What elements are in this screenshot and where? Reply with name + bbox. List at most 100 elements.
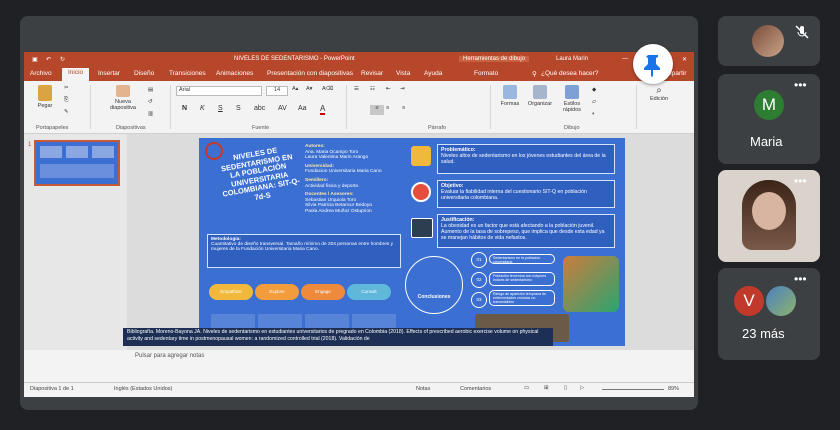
save-icon[interactable]: ▣ bbox=[32, 56, 38, 63]
italic-button[interactable]: K bbox=[200, 105, 205, 112]
undo-icon[interactable]: ↶ bbox=[46, 56, 51, 63]
avatar: V bbox=[734, 286, 764, 316]
cut-icon[interactable]: ✂ bbox=[64, 85, 69, 91]
pin-button[interactable] bbox=[633, 44, 673, 84]
strikethrough-icon[interactable]: abc bbox=[254, 105, 265, 112]
bold-button[interactable]: N bbox=[182, 105, 187, 112]
shrink-font-icon[interactable]: A▾ bbox=[306, 86, 312, 92]
search-icon[interactable]: ⚲ bbox=[532, 70, 537, 78]
shape-outline-icon[interactable]: ▱ bbox=[592, 99, 596, 105]
editing-button[interactable]: ⌕ Edición bbox=[644, 85, 674, 102]
slide-thumbnail[interactable] bbox=[34, 140, 120, 186]
menu-vista[interactable]: Vista bbox=[396, 70, 410, 77]
quick-styles-button[interactable]: Estilos rápidos bbox=[558, 85, 586, 113]
paste-label: Pegar bbox=[37, 103, 53, 109]
slide-canvas[interactable]: NIVELES DE SEDENTARISMO EN LA POBLACIÓN … bbox=[199, 138, 625, 346]
outdent-icon[interactable]: ⇥ bbox=[400, 86, 405, 92]
menu-inicio[interactable]: Inicio bbox=[62, 68, 90, 81]
shared-screen: ▣ ↶ ↻ NIVELES DE SEDENTARISMO - PowerPoi… bbox=[20, 16, 698, 410]
shadow-button[interactable]: S bbox=[236, 105, 241, 112]
conclusion-number: 02 bbox=[471, 272, 487, 288]
spacing-icon[interactable]: AV bbox=[278, 105, 287, 112]
menu-revisar[interactable]: Revisar bbox=[361, 70, 383, 77]
menu-formato[interactable]: Formato bbox=[474, 70, 498, 77]
divider bbox=[490, 85, 491, 129]
comments-button[interactable]: Comentarios bbox=[460, 386, 491, 392]
divider bbox=[90, 85, 91, 129]
menu-diseno[interactable]: Diseño bbox=[134, 70, 154, 77]
methodology-box: Metodología: Cuantitativo de diseño tran… bbox=[207, 234, 401, 268]
more-options-icon[interactable]: ••• bbox=[794, 272, 807, 286]
shapes-button[interactable]: Formas bbox=[498, 85, 522, 107]
authors-text: Ana. Maria Ocampo Toro Laura Valentina M… bbox=[305, 149, 369, 161]
participant-tile-maria[interactable]: M Maria ••• bbox=[718, 74, 820, 164]
arrange-label: Organizar bbox=[527, 101, 553, 107]
quick-styles-label: Estilos rápidos bbox=[562, 101, 582, 113]
divider bbox=[346, 85, 347, 129]
indent-icon[interactable]: ⇤ bbox=[386, 86, 391, 92]
reset-icon[interactable]: ↺ bbox=[148, 99, 153, 105]
menu-animaciones[interactable]: Animaciones bbox=[216, 70, 253, 77]
menu-presentacion[interactable]: Presentación con diapositivas bbox=[267, 70, 353, 77]
participant-tile-camera[interactable]: ••• bbox=[718, 170, 820, 262]
align-center-icon[interactable]: ≡ bbox=[370, 105, 384, 115]
section-icon[interactable]: ▥ bbox=[148, 111, 153, 117]
paste-button[interactable]: Pegar bbox=[32, 85, 58, 109]
slide-editor: NIVELES DE SEDENTARISMO EN LA POBLACIÓN … bbox=[127, 134, 694, 350]
shape-fill-icon[interactable]: ◆ bbox=[592, 87, 596, 93]
arrange-button[interactable]: Organizar bbox=[526, 85, 554, 107]
drawing-tools-tab: Herramientas de dibujo bbox=[459, 56, 530, 62]
problem-icon bbox=[411, 146, 431, 166]
align-right-icon[interactable]: ≡ bbox=[386, 105, 389, 111]
zoom-level[interactable]: 89% bbox=[668, 386, 679, 392]
normal-view-icon[interactable]: ▭ bbox=[524, 385, 529, 391]
more-options-icon[interactable]: ••• bbox=[794, 174, 807, 188]
more-options-icon[interactable]: ••• bbox=[794, 78, 807, 92]
minimize-icon[interactable]: — bbox=[622, 56, 628, 62]
conclusion-number: 03 bbox=[471, 292, 487, 308]
status-bar: Diapositiva 1 de 1 Inglés (Estados Unido… bbox=[24, 382, 694, 397]
participant-tile[interactable] bbox=[718, 16, 820, 66]
reading-view-icon[interactable]: ▯ bbox=[564, 385, 567, 391]
zoom-slider[interactable] bbox=[602, 389, 664, 390]
shape-effects-icon[interactable]: ◐ bbox=[592, 111, 595, 117]
language-status[interactable]: Inglés (Estados Unidos) bbox=[114, 386, 172, 392]
menu-insertar[interactable]: Insertar bbox=[98, 70, 120, 77]
more-participants-tile[interactable]: V 23 más ••• bbox=[718, 268, 820, 360]
face bbox=[752, 192, 786, 230]
new-slide-icon bbox=[116, 85, 130, 97]
font-name-select[interactable]: Arial bbox=[176, 86, 262, 96]
numbering-icon[interactable]: ☷ bbox=[370, 86, 375, 92]
bullets-icon[interactable]: ☰ bbox=[354, 86, 359, 92]
case-icon[interactable]: Aa bbox=[298, 105, 307, 112]
justify-icon[interactable]: ≡ bbox=[402, 105, 405, 111]
notes-pane[interactable]: Pulsar para agregar notas bbox=[127, 350, 694, 364]
slideshow-view-icon[interactable]: ▷ bbox=[580, 385, 584, 391]
step-explore: Explore bbox=[255, 284, 299, 300]
underline-button[interactable]: S bbox=[218, 105, 223, 112]
font-size-select[interactable]: 14 bbox=[266, 86, 288, 96]
menu-ayuda[interactable]: Ayuda bbox=[424, 70, 442, 77]
format-painter-icon[interactable]: ✎ bbox=[64, 109, 69, 115]
drawing-group-label: Dibujo bbox=[564, 125, 580, 131]
notes-button[interactable]: Notas bbox=[416, 386, 430, 392]
menu-archivo[interactable]: Archivo bbox=[30, 70, 52, 77]
grow-font-icon[interactable]: A▴ bbox=[292, 86, 298, 92]
clear-format-icon[interactable]: A⌫ bbox=[322, 86, 333, 92]
conclusion-text: Sedentarismo en la población universitar… bbox=[489, 254, 555, 264]
copy-icon[interactable]: ⎘ bbox=[64, 97, 68, 104]
layout-icon[interactable]: ▤ bbox=[148, 87, 153, 93]
methodology-text: Cuantitativo de diseño transversal. Tama… bbox=[211, 242, 394, 252]
avatar: M bbox=[754, 90, 784, 120]
redo-icon[interactable]: ↻ bbox=[60, 56, 65, 63]
slide-number: 1 bbox=[28, 142, 32, 148]
step-empathize: Empathize bbox=[209, 284, 253, 300]
menu-transiciones[interactable]: Transiciones bbox=[169, 70, 206, 77]
clipboard-group-label: Portapapeles bbox=[36, 125, 69, 131]
close-icon[interactable]: ✕ bbox=[682, 56, 687, 63]
objective-box: Objetivo: Evaluar la fiabilidad interna … bbox=[437, 180, 615, 208]
tell-me-search[interactable]: ¿Qué desea hacer? bbox=[541, 70, 598, 77]
sorter-view-icon[interactable]: ⊞ bbox=[544, 385, 549, 391]
font-color-icon[interactable]: A bbox=[320, 104, 326, 115]
new-slide-button[interactable]: Nueva diapositiva bbox=[104, 85, 142, 111]
